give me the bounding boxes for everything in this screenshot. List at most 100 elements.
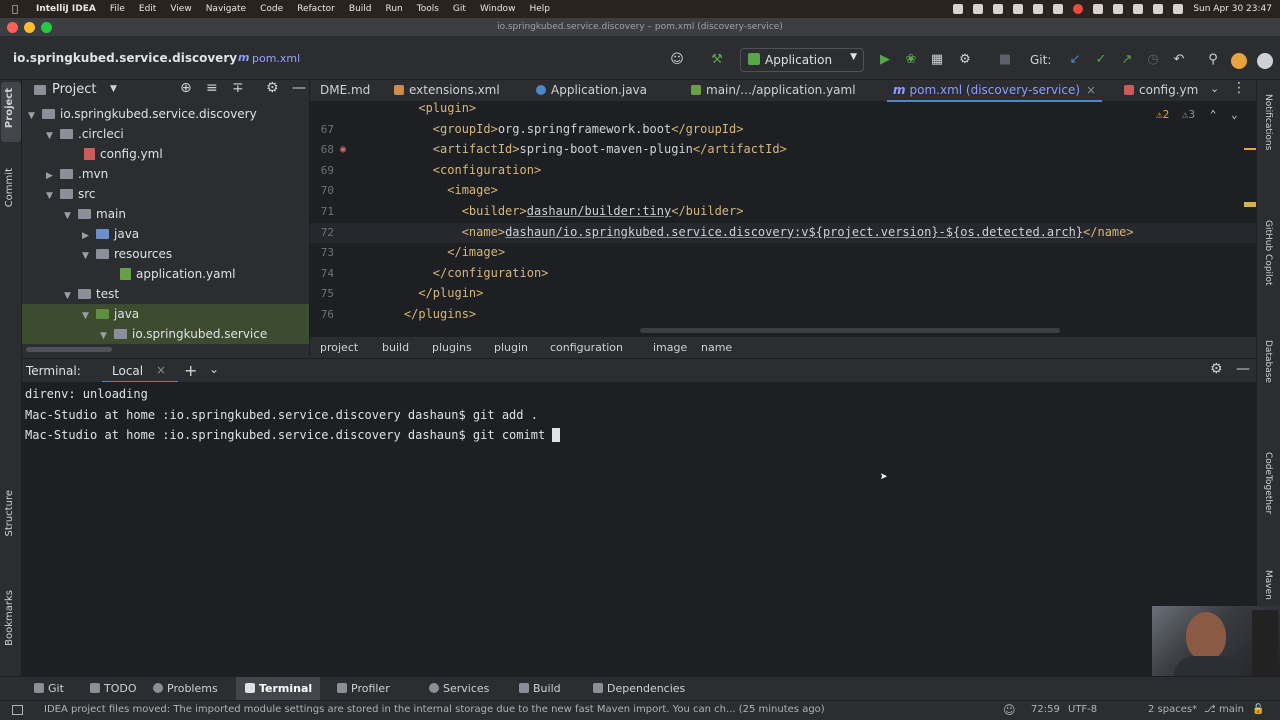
chevron-right-icon[interactable]: ▶ bbox=[82, 226, 96, 246]
locate-file-icon[interactable]: ⊕ bbox=[180, 80, 192, 96]
record-icon[interactable] bbox=[1073, 4, 1084, 14]
horizontal-scrollbar[interactable] bbox=[640, 328, 1060, 333]
chevron-down-icon[interactable]: ▼ bbox=[82, 246, 96, 266]
tray-icon[interactable] bbox=[953, 4, 964, 14]
tree-item-src[interactable]: ▼ src bbox=[22, 184, 309, 204]
line-number[interactable]: 74 bbox=[310, 267, 334, 280]
menu-navigate[interactable]: Navigate bbox=[206, 4, 246, 14]
menu-help[interactable]: Help bbox=[529, 4, 550, 14]
close-icon[interactable]: × bbox=[156, 363, 166, 377]
line-number[interactable]: 70 bbox=[310, 184, 334, 197]
breadcrumb-item[interactable]: plugins bbox=[432, 341, 472, 354]
nav-file[interactable]: pom.xml bbox=[252, 52, 300, 65]
tab-application-java[interactable]: Application.java bbox=[530, 80, 653, 102]
code-line[interactable]: </plugin> bbox=[375, 286, 483, 300]
code-editor[interactable]: <plugin> 67 <groupId>org.springframework.… bbox=[310, 102, 1256, 336]
tool-tab-problems[interactable]: Problems bbox=[153, 682, 218, 695]
ide-updates-icon[interactable] bbox=[1231, 53, 1247, 69]
terminal-output[interactable]: direnv: unloading Mac-Studio at home :io… bbox=[22, 382, 1256, 676]
line-number[interactable]: 67 bbox=[310, 123, 334, 136]
code-line[interactable]: <builder>dashaun/builder:tiny</builder> bbox=[375, 204, 744, 218]
tree-item-package[interactable]: ▼ io.springkubed.service bbox=[22, 324, 309, 344]
tray-icon[interactable] bbox=[1013, 4, 1024, 14]
clock[interactable]: Sun Apr 30 23:47 bbox=[1193, 4, 1272, 14]
stop-icon[interactable]: ■ bbox=[996, 51, 1014, 69]
breadcrumb-item[interactable]: image bbox=[653, 341, 687, 354]
hide-panel-icon[interactable]: — bbox=[1236, 361, 1250, 377]
project-name[interactable]: io.springkubed.service.discovery bbox=[13, 51, 237, 65]
git-commit-icon[interactable]: ✓ bbox=[1092, 51, 1110, 69]
indent-setting[interactable]: 2 spaces* bbox=[1148, 704, 1197, 715]
collapse-all-icon[interactable]: ∓ bbox=[232, 80, 244, 96]
tool-project[interactable]: Project bbox=[4, 88, 15, 128]
menu-build[interactable]: Build bbox=[349, 4, 372, 14]
close-window-icon[interactable] bbox=[7, 22, 18, 33]
chevron-down-icon[interactable]: ▼ bbox=[110, 84, 117, 94]
tool-tab-git[interactable]: Git bbox=[34, 682, 64, 695]
gear-icon[interactable]: ⚙ bbox=[266, 80, 279, 96]
tray-icon[interactable] bbox=[1053, 4, 1064, 14]
tab-readme[interactable]: DME.md bbox=[314, 80, 376, 102]
horizontal-scrollbar[interactable] bbox=[26, 347, 112, 352]
tab-application-yaml[interactable]: main/…/application.yaml bbox=[685, 80, 862, 102]
terminal-input-line[interactable]: Mac-Studio at home :io.springkubed.servi… bbox=[25, 428, 561, 442]
project-panel-title[interactable]: Project bbox=[52, 82, 96, 97]
zoom-window-icon[interactable] bbox=[41, 22, 52, 33]
chevron-down-icon[interactable]: ▼ bbox=[82, 306, 96, 326]
git-history-icon[interactable]: ◷ bbox=[1144, 51, 1162, 69]
rollback-icon[interactable]: ↶ bbox=[1170, 51, 1188, 69]
tree-item-mvn[interactable]: ▶ .mvn bbox=[22, 164, 309, 186]
code-line[interactable]: <image> bbox=[375, 183, 498, 197]
tree-item-main[interactable]: ▼ main bbox=[22, 204, 309, 226]
chevron-right-icon[interactable]: ▶ bbox=[46, 166, 60, 186]
line-number[interactable]: 72 bbox=[310, 226, 334, 239]
gutter-run-icon[interactable]: ◉ bbox=[340, 144, 346, 155]
git-update-icon[interactable]: ↙ bbox=[1066, 51, 1084, 69]
line-number[interactable]: 76 bbox=[310, 308, 334, 321]
menu-tools[interactable]: Tools bbox=[417, 4, 439, 14]
code-line[interactable]: <name>dashaun/io.springkubed.service.dis… bbox=[375, 225, 1134, 239]
toggle-tool-windows-icon[interactable] bbox=[12, 705, 23, 715]
code-line[interactable]: <configuration> bbox=[375, 163, 541, 177]
tool-tab-profiler[interactable]: Profiler bbox=[337, 682, 390, 695]
line-number[interactable]: 69 bbox=[310, 164, 334, 177]
tree-item-circleci[interactable]: ▼ .circleci bbox=[22, 124, 309, 146]
tray-icon[interactable] bbox=[993, 4, 1004, 14]
code-line[interactable]: <groupId>org.springframework.boot</group… bbox=[375, 122, 744, 136]
coverage-icon[interactable]: ▦ bbox=[928, 51, 946, 69]
expand-all-icon[interactable]: ≡ bbox=[206, 80, 218, 96]
gear-icon[interactable]: ⚙ bbox=[1210, 361, 1223, 377]
search-icon[interactable]: ⚲ bbox=[1204, 51, 1222, 69]
run-configuration-select[interactable]: Application ▼ bbox=[740, 48, 864, 72]
tool-maven[interactable]: Maven bbox=[1263, 570, 1273, 600]
menu-view[interactable]: View bbox=[170, 4, 191, 14]
chevron-down-icon[interactable]: ▼ bbox=[46, 126, 60, 146]
code-line[interactable]: </image> bbox=[375, 245, 505, 259]
tool-commit[interactable]: Commit bbox=[4, 168, 15, 207]
tool-notifications[interactable]: Notifications bbox=[1263, 94, 1273, 150]
inspection-widget[interactable]: ⚠2 ⚠3 ⌃ ⌄ bbox=[1156, 108, 1238, 121]
code-line[interactable]: <plugin> bbox=[375, 102, 476, 115]
tree-item-resources[interactable]: ▼ resources bbox=[22, 244, 309, 266]
breadcrumb-item[interactable]: name bbox=[701, 341, 732, 354]
chevron-up-icon[interactable]: ⌃ bbox=[1210, 108, 1217, 121]
tray-icon[interactable] bbox=[1033, 4, 1044, 14]
wifi-icon[interactable] bbox=[1133, 4, 1144, 14]
code-line[interactable]: </configuration> bbox=[375, 266, 549, 280]
lock-icon[interactable]: 🔓 bbox=[1252, 704, 1264, 715]
search-icon[interactable] bbox=[1153, 4, 1164, 14]
chevron-down-icon[interactable]: ▼ bbox=[64, 286, 78, 306]
debug-icon[interactable]: ❀ bbox=[902, 51, 920, 69]
tree-item-root[interactable]: ▼ io.springkubed.service.discovery bbox=[22, 104, 309, 124]
copilot-status-icon[interactable]: ☺ bbox=[1003, 703, 1016, 717]
tool-database[interactable]: Database bbox=[1263, 340, 1273, 383]
tool-structure[interactable]: Structure bbox=[4, 490, 15, 537]
breadcrumb-item[interactable]: configuration bbox=[550, 341, 623, 354]
tray-icon[interactable] bbox=[1093, 4, 1104, 14]
tree-item-config-yml[interactable]: config.yml bbox=[22, 144, 309, 164]
tree-item-main-java[interactable]: ▶ java bbox=[22, 224, 309, 246]
breadcrumb-item[interactable]: project bbox=[320, 341, 358, 354]
more-icon[interactable]: ⋮ bbox=[1232, 80, 1246, 96]
chevron-down-icon[interactable]: ▼ bbox=[64, 206, 78, 226]
tool-github-copilot[interactable]: GitHub Copilot bbox=[1263, 220, 1273, 286]
